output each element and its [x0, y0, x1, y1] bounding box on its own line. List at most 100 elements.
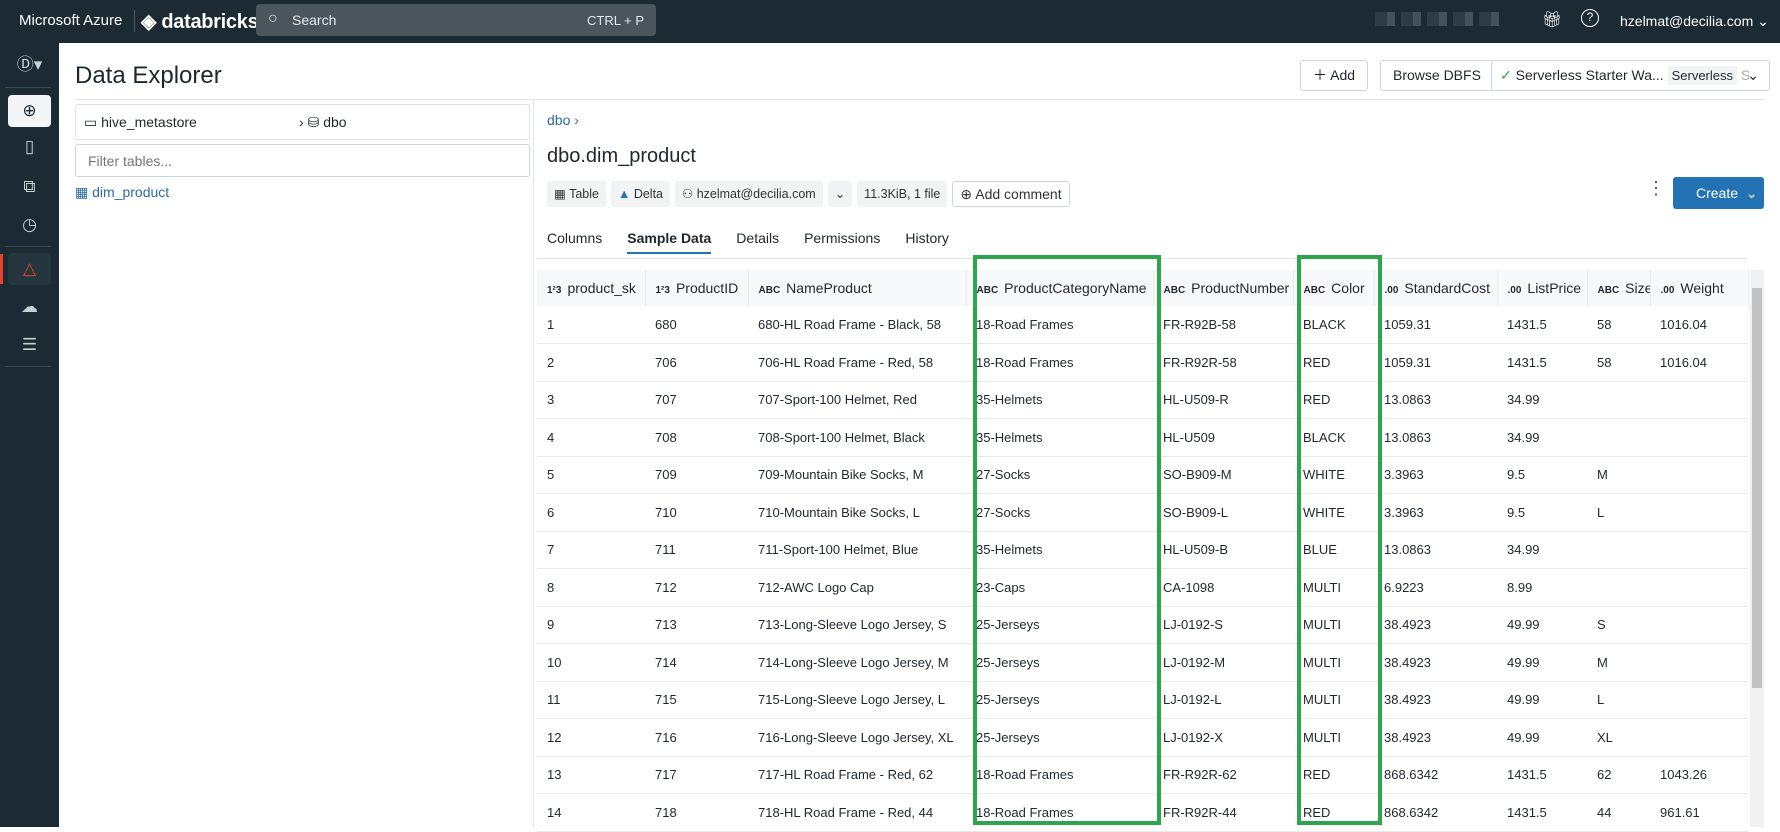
table-cell[interactable]: 5: [537, 456, 645, 494]
warehouse-selector[interactable]: ✓ Serverless Starter Wa... Serverless S …: [1491, 60, 1770, 91]
table-cell[interactable]: 8: [537, 568, 645, 607]
table-cell[interactable]: 49.99: [1497, 643, 1587, 682]
column-header-product_sk[interactable]: 1²3 product_sk: [537, 270, 646, 306]
help-icon[interactable]: ?: [1581, 9, 1599, 27]
table-cell[interactable]: 1059.31: [1374, 343, 1497, 382]
table-cell[interactable]: 38.4923: [1374, 681, 1497, 719]
scrollbar-thumb[interactable]: [1752, 288, 1762, 688]
table-cell[interactable]: 34.99: [1497, 418, 1587, 457]
table-cell[interactable]: [1650, 381, 1748, 419]
column-header-size[interactable]: ABC Size: [1587, 270, 1651, 306]
table-cell[interactable]: 49.99: [1497, 606, 1587, 644]
table-cell[interactable]: 868.6342: [1374, 756, 1497, 794]
table-cell[interactable]: 9: [537, 606, 645, 644]
table-cell[interactable]: 38.4923: [1374, 718, 1497, 757]
table-cell[interactable]: [1587, 381, 1650, 419]
table-cell[interactable]: L: [1587, 681, 1650, 719]
table-cell[interactable]: 712: [645, 568, 748, 607]
table-cell[interactable]: LJ-0192-M: [1153, 643, 1293, 682]
table-cell[interactable]: 707: [645, 381, 748, 419]
table-cell[interactable]: 8.99: [1497, 568, 1587, 607]
table-cell[interactable]: 710-Mountain Bike Socks, L: [748, 493, 966, 532]
table-cell[interactable]: 49.99: [1497, 681, 1587, 719]
table-cell[interactable]: 3.3963: [1374, 493, 1497, 532]
table-cell[interactable]: 3.3963: [1374, 456, 1497, 494]
table-cell[interactable]: HL-U509: [1153, 418, 1293, 457]
table-cell[interactable]: LJ-0192-X: [1153, 718, 1293, 757]
table-cell[interactable]: 6: [537, 493, 645, 532]
more-options-icon[interactable]: ⋮: [1647, 179, 1665, 197]
table-cell[interactable]: 9.5: [1497, 493, 1587, 532]
table-cell[interactable]: 710: [645, 493, 748, 532]
table-cell[interactable]: 715: [645, 681, 748, 719]
table-cell[interactable]: 680: [645, 306, 748, 344]
schema-selector[interactable]: › ⛁ dbo: [299, 114, 347, 131]
table-cell[interactable]: 718-HL Road Frame - Red, 44: [748, 793, 966, 832]
column-header-weight[interactable]: .00 Weight: [1650, 270, 1749, 306]
table-cell[interactable]: 716-Long-Sleeve Logo Jersey, XL: [748, 718, 966, 757]
history-icon[interactable]: ◷: [8, 209, 51, 241]
table-cell[interactable]: 712-AWC Logo Cap: [748, 568, 966, 607]
table-cell[interactable]: 2: [537, 343, 645, 382]
table-cell[interactable]: 707-Sport-100 Helmet, Red: [748, 381, 966, 419]
table-cell[interactable]: XL: [1587, 718, 1650, 757]
table-cell[interactable]: M: [1587, 643, 1650, 682]
data-icon[interactable]: △: [8, 253, 51, 285]
browse-dbfs-button[interactable]: Browse DBFS: [1380, 60, 1494, 91]
owner-dropdown[interactable]: ⌄: [827, 181, 853, 207]
table-cell[interactable]: 10: [537, 643, 645, 682]
table-cell[interactable]: [1650, 681, 1748, 719]
workspace-switcher-icon[interactable]: Ⓓ▾: [8, 49, 51, 81]
table-cell[interactable]: 34.99: [1497, 381, 1587, 419]
table-cell[interactable]: HL-U509-R: [1153, 381, 1293, 419]
search-bar[interactable]: ○ Search CTRL + P: [256, 4, 656, 36]
table-cell[interactable]: 961.61: [1650, 793, 1748, 832]
table-cell[interactable]: FR-R92R-44: [1153, 793, 1293, 832]
table-cell[interactable]: 717-HL Road Frame - Red, 62: [748, 756, 966, 794]
table-scrollbar[interactable]: [1750, 270, 1764, 827]
table-cell[interactable]: 718: [645, 793, 748, 832]
table-cell[interactable]: 709-Mountain Bike Socks, M: [748, 456, 966, 494]
table-cell[interactable]: [1587, 531, 1650, 569]
breadcrumb[interactable]: dbo ›: [547, 112, 579, 128]
table-cell[interactable]: 13.0863: [1374, 418, 1497, 457]
table-cell[interactable]: 38.4923: [1374, 643, 1497, 682]
table-cell[interactable]: 1016.04: [1650, 306, 1748, 344]
table-cell[interactable]: S: [1587, 606, 1650, 644]
table-cell[interactable]: 58: [1587, 343, 1650, 382]
repos-icon[interactable]: ⧉: [8, 171, 51, 203]
column-header-productid[interactable]: 1²3 ProductID: [645, 270, 749, 306]
table-cell[interactable]: 44: [1587, 793, 1650, 832]
tab-sample-data[interactable]: Sample Data: [627, 230, 712, 254]
column-header-listprice[interactable]: .00 ListPrice: [1497, 270, 1588, 306]
table-cell[interactable]: [1650, 643, 1748, 682]
table-cell[interactable]: 34.99: [1497, 531, 1587, 569]
table-cell[interactable]: 716: [645, 718, 748, 757]
tab-permissions[interactable]: Permissions: [804, 230, 880, 254]
table-cell[interactable]: 711: [645, 531, 748, 569]
table-cell[interactable]: 58: [1587, 306, 1650, 344]
tab-details[interactable]: Details: [736, 230, 779, 254]
table-cell[interactable]: 6.9223: [1374, 568, 1497, 607]
table-cell[interactable]: 7: [537, 531, 645, 569]
table-cell[interactable]: 1059.31: [1374, 306, 1497, 344]
compute-icon[interactable]: ☁: [8, 291, 51, 323]
create-button[interactable]: Create ⌄: [1673, 177, 1764, 209]
column-header-productnumber[interactable]: ABC ProductNumber: [1153, 270, 1294, 306]
table-cell[interactable]: CA-1098: [1153, 568, 1293, 607]
user-menu[interactable]: hzelmat@decilia.com ⌄: [1620, 13, 1769, 30]
column-header-standardcost[interactable]: .00 StandardCost: [1374, 270, 1498, 306]
table-cell[interactable]: [1650, 456, 1748, 494]
table-list-item[interactable]: ▦ dim_product: [75, 184, 169, 201]
table-cell[interactable]: 715-Long-Sleeve Logo Jersey, L: [748, 681, 966, 719]
table-cell[interactable]: 1016.04: [1650, 343, 1748, 382]
table-cell[interactable]: [1650, 606, 1748, 644]
workflows-icon[interactable]: ☰: [8, 329, 51, 361]
table-cell[interactable]: 713-Long-Sleeve Logo Jersey, S: [748, 606, 966, 644]
table-cell[interactable]: 13.0863: [1374, 531, 1497, 569]
workspace-selector-blurred[interactable]: [1375, 12, 1505, 26]
gift-icon[interactable]: 🎁︎: [1542, 10, 1562, 30]
table-cell[interactable]: [1650, 718, 1748, 757]
table-cell[interactable]: 14: [537, 793, 645, 832]
table-cell[interactable]: 713: [645, 606, 748, 644]
